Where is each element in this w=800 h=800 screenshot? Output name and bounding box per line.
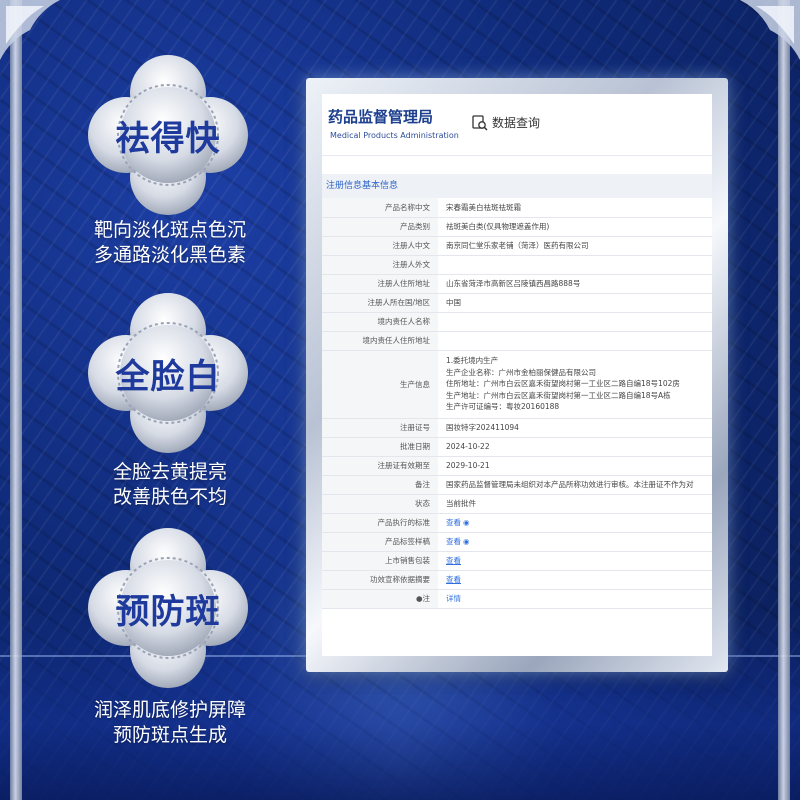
row-label: 注册人中文	[322, 236, 438, 256]
table-row: 境内责任人名称	[322, 312, 712, 332]
row-value	[438, 255, 712, 275]
row-value: 南京同仁堂乐家老铺（菏泽）医药有限公司	[438, 236, 712, 256]
row-value: 查看	[438, 570, 712, 590]
row-label: 功效宣称依据摘要	[322, 570, 438, 590]
row-label: 境内责任人住所地址	[322, 331, 438, 351]
row-label: 境内责任人名称	[322, 312, 438, 332]
view-standard-link[interactable]: 查看	[446, 518, 461, 527]
right-pillar	[778, 0, 790, 800]
table-row: ●注 详情	[322, 589, 712, 609]
row-value: 查看 ◉	[438, 513, 712, 533]
badge-title: 祛得快	[115, 118, 221, 159]
table-row: 产品标签样稿 查看 ◉	[322, 532, 712, 552]
row-label-text: 注	[422, 594, 431, 603]
table-row: 境内责任人住所地址	[322, 331, 712, 351]
row-label: 生产信息	[322, 350, 438, 419]
row-value: 国妆特字202411094	[438, 418, 712, 438]
caption-line: 多通路淡化黑色素	[93, 244, 246, 266]
document-header: 药品监督管理局 Medical Products Administration …	[322, 94, 712, 156]
corner-ornament-left	[0, 0, 60, 60]
agency-name: 药品监督管理局	[328, 108, 434, 126]
row-value: 1.委托境内生产 生产企业名称：广州市金柏丽保健品有限公司 住所地址：广州市白云…	[438, 350, 712, 419]
table-row: 注册人所在国/地区 中国	[322, 293, 712, 313]
row-value: 2029-10-21	[438, 456, 712, 476]
table-row: 生产信息 1.委托境内生产 生产企业名称：广州市金柏丽保健品有限公司 住所地址：…	[322, 350, 712, 419]
row-value: 山东省菏泽市高新区吕陵镇西昌路888号	[438, 274, 712, 294]
row-label: 注册人所在国/地区	[322, 293, 438, 313]
table-row: 功效宣称依据摘要 查看	[322, 570, 712, 590]
production-line: 住所地址：广州市白云区嘉禾街望岗村第一工业区二路自编18号102房	[446, 379, 680, 389]
row-label: 批准日期	[322, 437, 438, 457]
row-value	[438, 312, 712, 332]
data-query-link[interactable]: 数据查询	[472, 114, 540, 131]
row-value: 查看	[438, 551, 712, 571]
row-value: 详情	[438, 589, 712, 609]
caption-line: 靶向淡化斑点色沉	[93, 219, 246, 241]
row-label: 注册人外文	[322, 255, 438, 275]
row-label: 注册证有效期至	[322, 456, 438, 476]
data-query-label: 数据查询	[492, 116, 541, 130]
badge-title: 预防斑	[115, 591, 221, 632]
table-row: 注册人中文 南京同仁堂乐家老铺（菏泽）医药有限公司	[322, 236, 712, 256]
corner-ornament-right	[740, 0, 800, 60]
row-value: 当前批件	[438, 494, 712, 514]
certificate-frame: 药品监督管理局 Medical Products Administration …	[306, 78, 728, 672]
caption-line: 全脸去黄提亮	[112, 461, 227, 483]
production-line: 生产企业名称：广州市金柏丽保健品有限公司	[446, 367, 596, 377]
section-title: 注册信息基本信息	[322, 174, 712, 198]
table-row: 注册证有效期至 2029-10-21	[322, 456, 712, 476]
view-packaging-link[interactable]: 查看	[446, 556, 461, 565]
view-label-draft-link[interactable]: 查看	[446, 537, 461, 546]
row-value: 2024-10-22	[438, 437, 712, 457]
table-row: 批准日期 2024-10-22	[322, 437, 712, 457]
row-label: 注册证号	[322, 418, 438, 438]
badge-1: 祛得快	[88, 55, 248, 215]
production-line: 生产许可证编号：粤妆20160188	[446, 402, 560, 412]
row-label: 状态	[322, 494, 438, 514]
row-label: 产品名称中文	[322, 198, 438, 218]
view-efficacy-summary-link[interactable]: 查看	[446, 575, 461, 584]
row-label: ●注	[322, 589, 438, 609]
table-row: 注册人住所地址 山东省菏泽市高新区吕陵镇西昌路888号	[322, 274, 712, 294]
table-row: 上市销售包装 查看	[322, 551, 712, 571]
table-row: 产品名称中文 宋春霜美白祛斑祛斑霜	[322, 198, 712, 218]
caption-line: 润泽肌底修护屏障	[93, 699, 246, 721]
row-label: 注册人住所地址	[322, 274, 438, 294]
caption-line: 改善肤色不均	[112, 486, 227, 508]
table-row: 状态 当前批件	[322, 494, 712, 514]
left-pillar	[10, 0, 22, 800]
row-value	[438, 331, 712, 351]
agency-name-english: Medical Products Administration	[330, 131, 459, 140]
registration-info-table: 产品名称中文 宋春霜美白祛斑祛斑霜 产品类别 祛斑美白类(仅具物理遮盖作用) 注…	[322, 198, 712, 609]
badge-3: 预防斑	[88, 528, 248, 688]
badge-caption: 靶向淡化斑点色沉 多通路淡化黑色素	[60, 218, 280, 268]
production-line: 生产地址：广州市白云区嘉禾街望岗村第一工业区二路自编18号A栋	[446, 390, 671, 400]
row-value: 宋春霜美白祛斑祛斑霜	[438, 198, 712, 218]
table-row: 产品类别 祛斑美白类(仅具物理遮盖作用)	[322, 217, 712, 237]
table-row: 注册证号 国妆特字202411094	[322, 418, 712, 438]
row-label: 上市销售包装	[322, 551, 438, 571]
badge-2: 全脸白	[88, 293, 248, 453]
row-value: 中国	[438, 293, 712, 313]
row-label: 产品标签样稿	[322, 532, 438, 552]
row-label: 产品执行的标准	[322, 513, 438, 533]
table-row: 注册人外文	[322, 255, 712, 275]
badge-title: 全脸白	[115, 356, 221, 397]
production-line: 1.委托境内生产	[446, 356, 499, 366]
row-label: 备注	[322, 475, 438, 495]
row-value: 查看 ◉	[438, 532, 712, 552]
table-row: 备注 国家药品监督管理局未组织对本产品所称功效进行审核。本注册证不作为对	[322, 475, 712, 495]
badge-caption: 全脸去黄提亮 改善肤色不均	[60, 460, 280, 510]
caption-line: 预防斑点生成	[112, 724, 227, 746]
badge-caption: 润泽肌底修护屏障 预防斑点生成	[60, 698, 280, 748]
details-link[interactable]: 详情	[446, 594, 461, 603]
eye-icon: ◉	[463, 537, 470, 546]
eye-icon: ◉	[463, 518, 470, 527]
row-label: 产品类别	[322, 217, 438, 237]
search-icon	[472, 114, 488, 131]
registration-document: 药品监督管理局 Medical Products Administration …	[322, 94, 712, 656]
row-value: 国家药品监督管理局未组织对本产品所称功效进行审核。本注册证不作为对	[438, 475, 712, 495]
table-row: 产品执行的标准 查看 ◉	[322, 513, 712, 533]
row-value: 祛斑美白类(仅具物理遮盖作用)	[438, 217, 712, 237]
